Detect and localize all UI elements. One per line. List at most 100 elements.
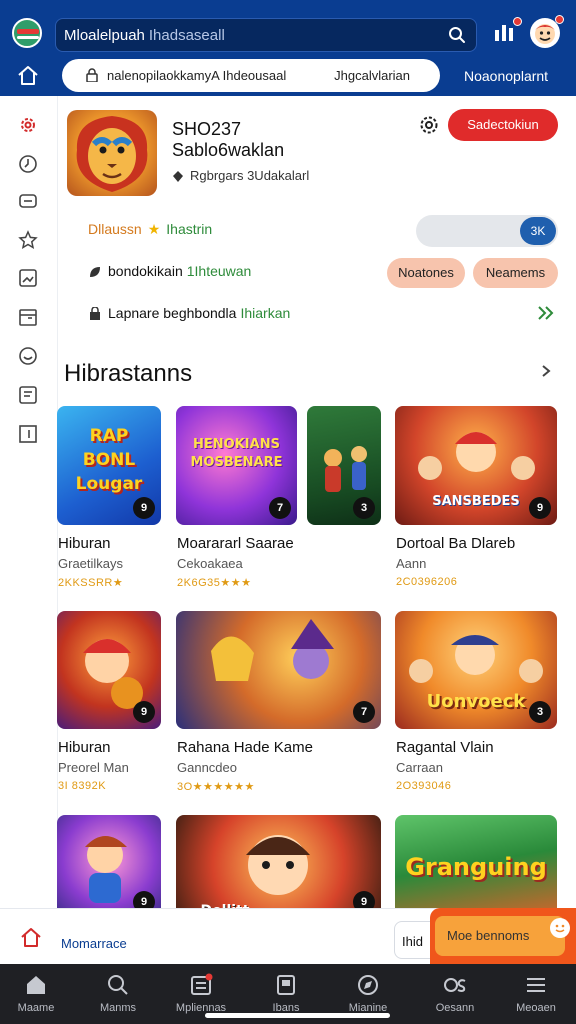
card-badge: 7 [269,497,291,519]
game-card[interactable]: 9 [57,611,161,729]
game-art-text: Granguing [405,853,547,881]
card-badge: 9 [133,701,155,723]
game-art-text: Uonvoeck [426,691,526,712]
game-rating: 2O393046 [396,780,452,792]
url-bar[interactable]: nalenopilaokkamyA Ihdeousaal Jhgcalvlari… [62,59,440,92]
game-art [211,619,334,681]
game-rating: 2KKSSRR★ [58,577,124,589]
double-chevron-right-icon[interactable] [536,303,556,323]
card-badge: 9 [133,497,155,519]
chart-icon[interactable] [492,17,522,46]
game-card[interactable]: SANSBEDES 9 [395,406,557,525]
promo-banner: Moe bennoms [430,908,576,964]
game-subtitle: Ganncdeo [177,760,237,775]
game-art-text: RAP BONL Lougar [75,426,143,494]
url-right-text: Jhgcalvlarian [334,68,410,83]
game-art-text: SANSBEDES [432,494,520,509]
star-icon[interactable] [17,229,39,251]
chat-icon[interactable] [17,191,39,213]
game-rating: 2C0396206 [396,576,458,588]
search-bar[interactable]: Mloalelpuah Ihadsaseall [55,18,477,52]
game-rating: 3I 8392K [58,780,107,792]
home-icon [27,976,45,994]
bottom-strip-label[interactable]: Momarrace [61,936,127,951]
pill-button-2[interactable]: Neamems [473,258,558,288]
game-title[interactable]: Rahana Hade Kame [177,739,313,756]
lock-icon [86,68,98,82]
game-subtitle: Aann [396,556,427,571]
game-title[interactable]: Ragantal Vlain [396,739,494,756]
gear-icon[interactable] [418,114,440,136]
book-icon [277,975,295,995]
search-input[interactable]: Mloalelpuah Ihadsaseall [64,27,225,44]
game-card[interactable]: 7 [176,611,381,729]
clock-icon[interactable] [17,153,39,175]
calendar-icon[interactable] [17,306,39,328]
home-icon[interactable] [20,927,42,949]
search-icon [108,975,128,995]
row2-green-link[interactable]: 1Ihteuwan [187,263,252,279]
game-rating: 3O★★★★★★ [177,781,255,793]
game-card[interactable]: HENOKIANS MOSBENARE 7 [176,406,297,525]
document-icon[interactable] [17,384,39,406]
avatar[interactable] [530,15,564,48]
search-hint: Ihadsaseall [148,27,225,44]
promo-button[interactable]: Moe bennoms [435,916,565,956]
game-card[interactable]: Uonvoeck 3 [395,611,557,729]
game-subtitle: Preorel Man [58,760,129,775]
channel-thumbnail[interactable] [67,110,157,196]
tab-home[interactable]: Maame [0,964,72,1024]
home-indicator [205,1013,390,1018]
info-row-3: Lapnare beghbondla Ihiarkan [88,305,290,321]
game-art-text: HENOKIANS MOSBENARE [190,437,283,470]
game-title[interactable]: Dortoal Ba Dlareb [396,535,515,552]
row3-green-link[interactable]: Ihiarkan [240,305,290,321]
toggle-switch[interactable]: 3K [416,215,558,247]
tab-menu[interactable]: Meoaen [500,964,572,1024]
chevron-right-icon[interactable] [538,363,554,379]
smile-icon[interactable] [17,345,39,367]
settings-icon[interactable] [17,114,39,136]
notification-dot [513,17,522,26]
game-title[interactable]: Hiburan [58,739,111,756]
card-badge: 3 [353,497,375,519]
tab-search[interactable]: Manms [82,964,154,1024]
section-title: Hibrastanns [64,360,193,387]
game-card[interactable]: RAP BONL Lougar 9 [57,406,161,525]
game-title[interactable]: Hiburan [58,535,111,552]
gallery-icon[interactable] [17,267,39,289]
game-rating: 2K6G35★★★ [177,577,252,589]
smile-icon [550,918,570,938]
tab-label: Maame [17,1002,55,1014]
row1-orange-text: Dllaussn [88,221,142,237]
star-icon: ★ [147,221,161,237]
card-badge: 7 [353,701,375,723]
bookmark-icon[interactable] [17,423,39,445]
tab-ring[interactable]: Oesann [419,964,491,1024]
game-subtitle: Graetilkays [58,556,124,571]
game-subtitle: Carraan [396,760,443,775]
profile-meta: Rgbrgars 3Udakalarl [190,168,310,183]
tab-label: Oesann [435,1002,475,1014]
row2-text: bondokikain [108,263,183,279]
nav-right-link[interactable]: Noaonoplarnt [464,68,548,84]
card-badge: 9 [529,497,551,519]
lock-icon [90,307,100,320]
left-rail [0,96,58,908]
game-title[interactable]: Moarararl Saarae [177,535,294,552]
app-logo[interactable] [12,18,42,48]
bottom-strip-box-text: Ihid [402,934,423,949]
pill-button-1[interactable]: Noatones [387,258,465,288]
game-card[interactable]: 3 [307,406,381,525]
top-app-bar: Mloalelpuah Ihadsaseall [0,0,576,56]
game-subtitle: Cekoakaea [177,556,243,571]
row1-green-link[interactable]: Ihastrin [166,221,212,237]
card-badge: 3 [529,701,551,723]
search-icon[interactable] [448,26,466,44]
home-icon[interactable] [16,64,40,88]
profile-name: SHO237 [172,119,242,139]
info-row-1: Dllaussn ★ Ihastrin [88,221,212,238]
subscribe-button[interactable]: Sadectokiun [448,109,558,141]
list-icon [191,973,213,995]
profile-subtitle: Sablo6waklan [172,140,285,160]
